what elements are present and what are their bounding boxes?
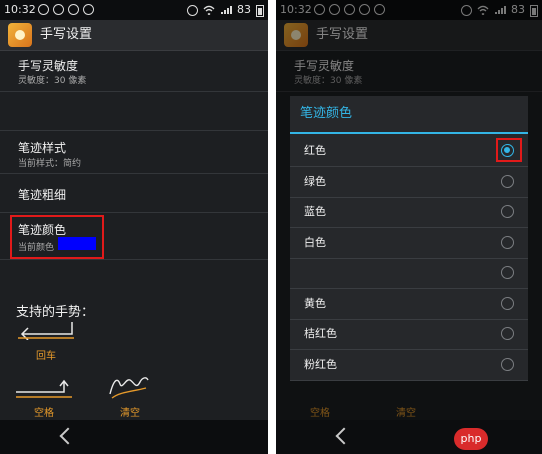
highlight-box <box>496 138 522 162</box>
notification-icons <box>38 4 94 15</box>
highlight-box <box>10 215 104 259</box>
page-title: 手写设置 <box>40 27 93 42</box>
radio-icon[interactable] <box>501 205 514 218</box>
back-icon[interactable] <box>59 427 77 445</box>
radio-icon[interactable] <box>501 266 514 279</box>
gesture-label-space: 空格 <box>34 408 54 419</box>
notification-icon <box>68 4 79 15</box>
setting-title: 笔迹粗细 <box>18 188 67 202</box>
notification-icon <box>38 4 49 15</box>
navigation-bar <box>276 420 542 454</box>
status-time: 10:32 <box>4 3 36 16</box>
color-option-label: 桔红色 <box>304 327 337 340</box>
radio-icon[interactable] <box>501 357 514 371</box>
color-option[interactable]: 绿色 <box>290 167 528 198</box>
setting-title: 笔迹样式 <box>18 141 67 155</box>
setting-summary: 灵敏度：30 像素 <box>18 76 87 86</box>
signal-icon <box>221 6 232 14</box>
color-option-label: 蓝色 <box>304 205 326 218</box>
status-bar: 10:32 83 <box>0 0 268 20</box>
navigation-bar <box>0 420 268 454</box>
color-option[interactable]: 蓝色 <box>290 197 528 228</box>
setting-summary: 当前样式：简约 <box>18 159 82 169</box>
color-picker-dialog: 笔迹颜色 红色绿色蓝色白色黄色桔红色粉红色 <box>290 96 528 381</box>
setting-empty-row[interactable] <box>0 92 268 131</box>
color-option-label: 绿色 <box>304 174 326 188</box>
color-option[interactable]: 粉红色 <box>290 350 528 381</box>
action-bar: 手写设置 <box>0 20 268 51</box>
notification-icon <box>83 4 94 15</box>
color-option-label: 粉红色 <box>304 357 337 371</box>
battery-icon <box>256 5 264 17</box>
battery-level: 83 <box>237 3 251 16</box>
setting-sensitivity[interactable]: 手写灵敏度 灵敏度：30 像素 <box>0 51 268 92</box>
color-option-label: 红色 <box>304 144 326 157</box>
alarm-icon <box>187 4 198 16</box>
notification-icon <box>53 4 64 15</box>
setting-title: 手写灵敏度 <box>18 59 79 73</box>
setting-stroke-style[interactable]: 笔迹样式 当前样式：简约 <box>0 131 268 174</box>
color-option-label: 黄色 <box>304 296 326 310</box>
color-option-label: 白色 <box>304 235 326 249</box>
color-option[interactable]: 桔红色 <box>290 319 528 350</box>
radio-icon[interactable] <box>501 235 514 249</box>
color-dialog-screen: 10:32 83 手写设置 手写灵敏度 灵敏度：30 像素 空格 清空 笔迹颜色 <box>276 0 542 454</box>
clear-gesture-icon <box>109 377 149 399</box>
color-option[interactable]: 白色 <box>290 228 528 259</box>
radio-icon[interactable] <box>501 296 514 310</box>
back-icon[interactable] <box>335 427 353 445</box>
radio-icon[interactable] <box>501 174 514 188</box>
dialog-title: 笔迹颜色 <box>300 106 353 121</box>
color-option[interactable]: 红色 <box>290 136 528 167</box>
site-watermark: php <box>454 428 488 450</box>
radio-icon[interactable] <box>501 327 514 340</box>
enter-gesture-icon <box>18 322 74 340</box>
setting-stroke-width[interactable]: 笔迹粗细 <box>0 174 268 213</box>
dialog-divider <box>290 132 528 134</box>
space-gesture-icon <box>16 379 72 398</box>
gestures-heading: 支持的手势： <box>16 305 95 320</box>
gesture-label-clear: 清空 <box>120 408 140 419</box>
wifi-icon <box>203 5 215 15</box>
color-option[interactable]: 黄色 <box>290 289 528 320</box>
settings-screen: 10:32 83 手写设置 手写灵敏度 灵敏度：30 像素 笔迹样式 当前样式：… <box>0 0 268 454</box>
color-option[interactable] <box>290 258 528 289</box>
app-logo-icon[interactable] <box>8 23 32 47</box>
gesture-label-enter: 回车 <box>36 351 56 362</box>
